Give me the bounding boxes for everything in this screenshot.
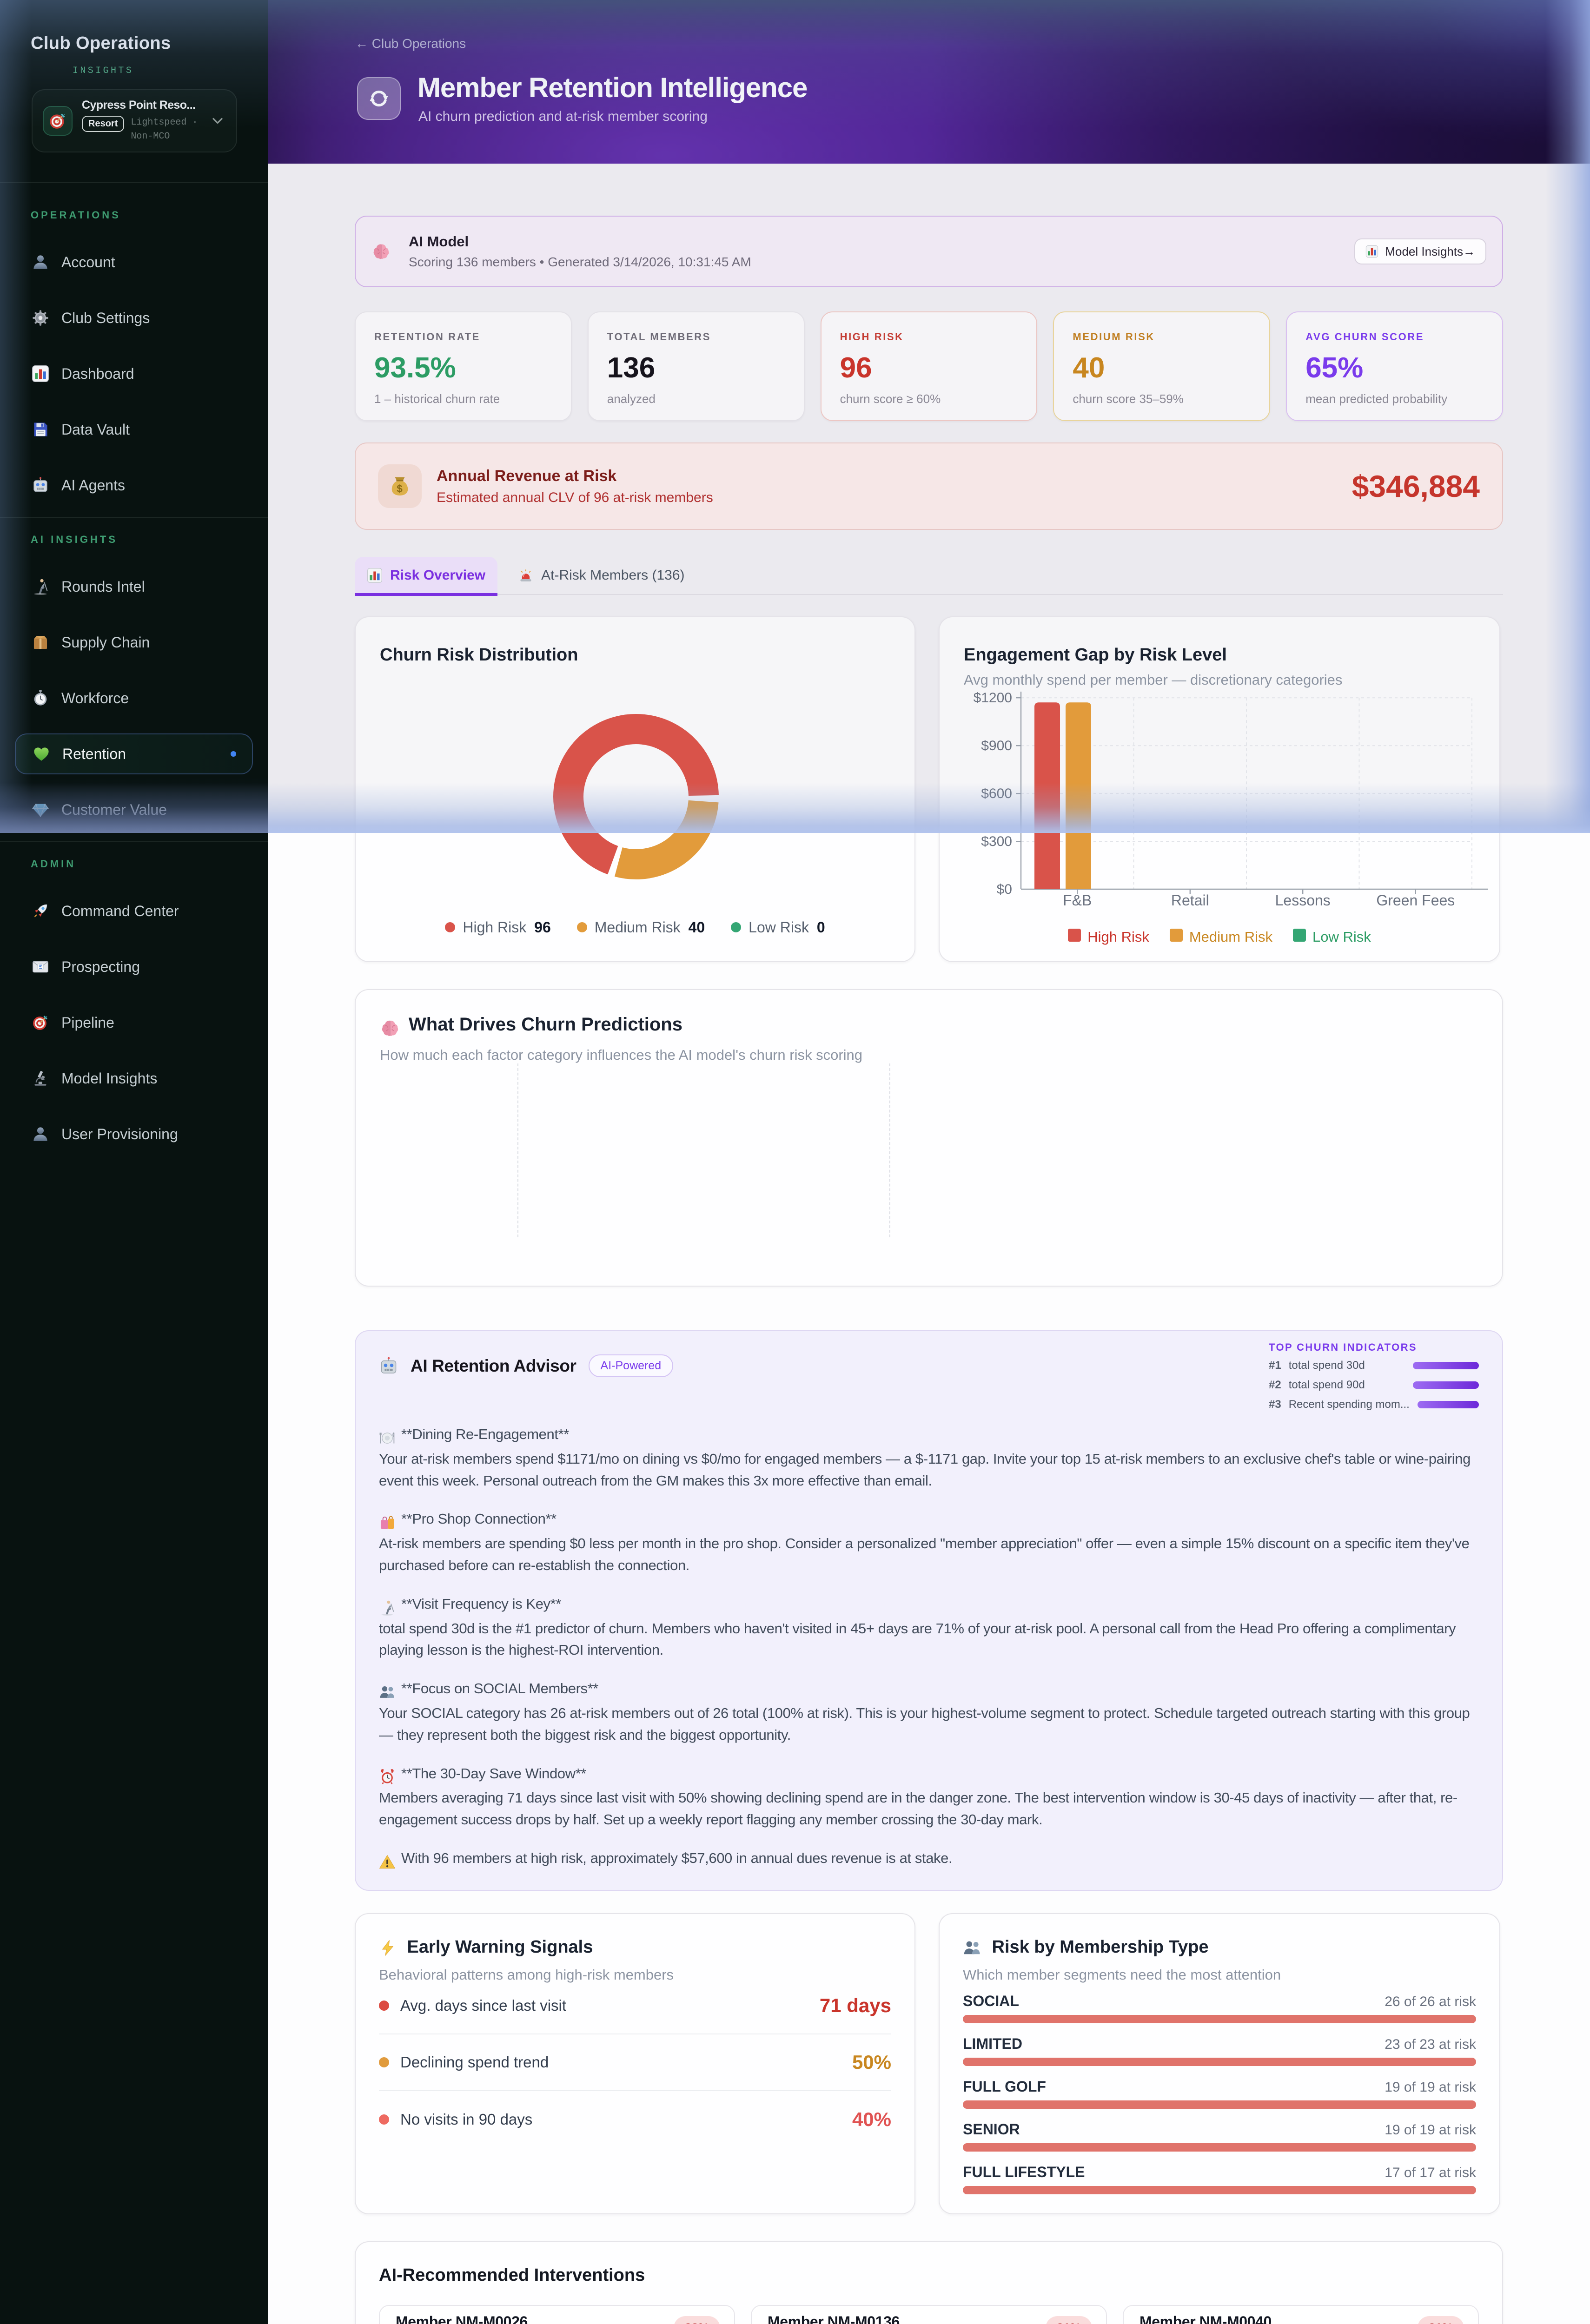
svg-text:F&B: F&B [1063, 892, 1092, 909]
svg-text:$900: $900 [981, 738, 1012, 753]
svg-text:$1200: $1200 [974, 690, 1012, 706]
svg-text:Retail: Retail [1171, 892, 1209, 909]
svg-text:$600: $600 [981, 786, 1012, 801]
svg-text:Green Fees: Green Fees [1376, 892, 1455, 909]
svg-text:$300: $300 [981, 834, 1012, 849]
svg-text:$0: $0 [997, 882, 1012, 897]
svg-text:Lessons: Lessons [1275, 892, 1331, 909]
svg-text:$: $ [397, 483, 403, 495]
